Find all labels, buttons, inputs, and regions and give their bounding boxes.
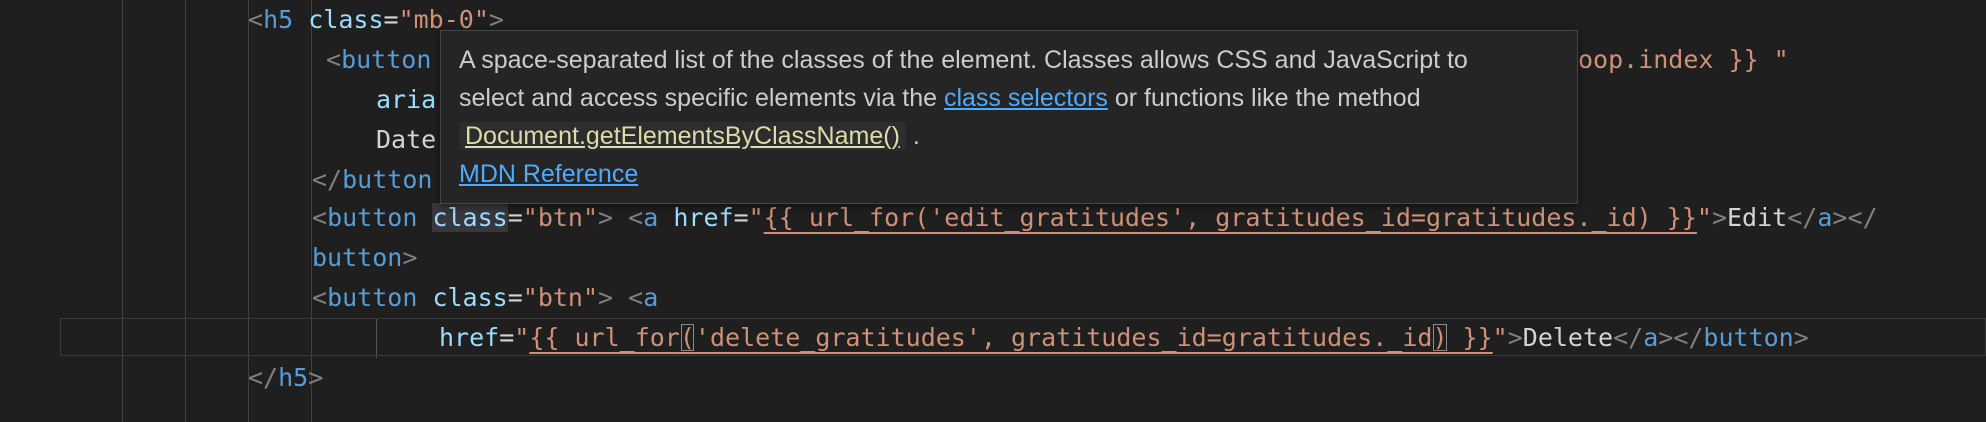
code-line-3[interactable]: aria [376, 80, 436, 120]
indent-guide [185, 0, 186, 422]
code-line-5[interactable]: </button [312, 160, 432, 200]
code-line-4[interactable]: Date [376, 120, 436, 160]
code-line-7[interactable]: button> [312, 238, 417, 278]
hover-description-2: select and access specific elements via … [459, 84, 1421, 112]
code-line-2[interactable]: <button [326, 40, 431, 80]
bracket-match-open: ( [679, 323, 695, 352]
code-line-9[interactable]: href="{{ url_for('delete_gratitudes', gr… [439, 318, 1809, 358]
method-code-chip[interactable]: Document.getElementsByClassName() [459, 122, 906, 150]
hover-mdn-line: MDN Reference [459, 155, 1559, 193]
code-line-2-tail: oop.index }} " [1578, 45, 1789, 74]
indent-guide [122, 0, 123, 422]
class-selectors-link[interactable]: class selectors [944, 84, 1108, 112]
hover-method-line: Document.getElementsByClassName() . [459, 117, 1559, 155]
code-line-10[interactable]: </h5> [248, 358, 323, 398]
code-line-8[interactable]: <button class="btn"> <a [312, 278, 658, 318]
hover-tooltip: A space-separated list of the classes of… [440, 30, 1578, 204]
hover-description: A space-separated list of the classes of… [459, 46, 1468, 74]
code-line-6[interactable]: <button class="btn"> <a href="{{ url_for… [312, 198, 1878, 238]
hovered-class-attribute[interactable]: class [432, 203, 508, 232]
delete-url-link[interactable]: {{ url_for('delete_gratitudes', gratitud… [529, 323, 1492, 352]
bracket-match-close: ) [1432, 323, 1448, 352]
mdn-reference-link[interactable]: MDN Reference [459, 160, 638, 188]
edit-url-link[interactable]: {{ url_for('edit_gratitudes', gratitudes… [764, 203, 1697, 232]
